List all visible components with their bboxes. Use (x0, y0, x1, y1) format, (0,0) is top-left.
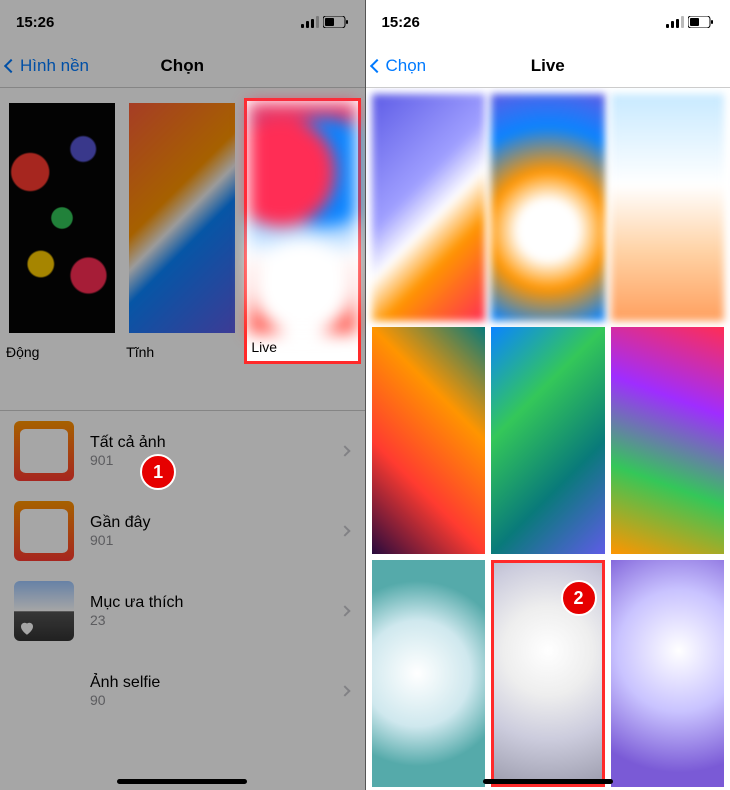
nav-title: Chọn (161, 56, 204, 76)
chevron-right-icon (339, 445, 350, 456)
step-badge-2: 2 (561, 580, 597, 616)
nav-back-button[interactable]: Chọn (372, 56, 427, 76)
nav-bar: Hình nền Chọn (0, 44, 365, 88)
home-indicator[interactable] (483, 779, 613, 784)
album-selfies[interactable]: Ảnh selfie 90 (0, 651, 365, 731)
album-title: Gần đây (90, 514, 325, 532)
album-thumb (14, 421, 74, 481)
category-tinh[interactable]: Tĩnh 1 (122, 96, 242, 402)
album-list: Tất cả ảnh 901 Gần đây 901 Mục ưa thích (0, 410, 365, 731)
wallpaper-item[interactable] (372, 327, 486, 554)
category-label: Tĩnh (124, 338, 240, 364)
battery-icon (323, 16, 349, 28)
category-live[interactable]: Live (242, 96, 362, 402)
wallpaper-item[interactable] (611, 327, 725, 554)
category-thumb (249, 103, 355, 333)
heart-icon (18, 619, 36, 637)
signal-icon (666, 16, 684, 28)
wallpaper-item[interactable] (491, 94, 605, 321)
album-title: Tất cả ảnh (90, 434, 325, 452)
album-title: Mục ưa thích (90, 594, 325, 612)
nav-bar: Chọn Live (366, 44, 730, 88)
chevron-left-icon (369, 58, 383, 72)
nav-back-label: Chọn (386, 56, 427, 76)
status-indicators (666, 16, 714, 28)
album-count: 901 (90, 452, 325, 468)
category-label: Động (4, 338, 120, 364)
screen-live: 15:26 Chọn Live 2 (366, 0, 730, 790)
nav-back-button[interactable]: Hình nền (6, 56, 89, 76)
category-thumb (9, 103, 115, 333)
album-title: Ảnh selfie (90, 674, 325, 692)
album-count: 90 (90, 692, 325, 708)
wallpaper-item[interactable] (372, 560, 486, 787)
chevron-right-icon (339, 685, 350, 696)
nav-title: Live (531, 56, 565, 76)
wallpaper-item-selected[interactable]: 2 (491, 560, 605, 787)
album-thumb (14, 501, 74, 561)
album-recents[interactable]: Gần đây 901 (0, 491, 365, 571)
status-time: 15:26 (382, 14, 420, 31)
wallpaper-grid: 2 (366, 88, 730, 790)
album-count: 901 (90, 532, 325, 548)
status-bar: 15:26 (366, 0, 730, 44)
album-count: 23 (90, 612, 325, 628)
status-time: 15:26 (16, 14, 54, 31)
album-favorites[interactable]: Mục ưa thích 23 (0, 571, 365, 651)
wallpaper-categories: Động Tĩnh 1 Live (0, 88, 365, 410)
step-badge-1: 1 (140, 454, 176, 490)
wallpaper-item[interactable] (372, 94, 486, 321)
battery-icon (688, 16, 714, 28)
category-label: Live (249, 333, 355, 359)
status-indicators (301, 16, 349, 28)
album-thumb (14, 581, 74, 641)
content: Động Tĩnh 1 Live Tất cả ảnh 901 (0, 88, 365, 790)
category-thumb (129, 103, 235, 333)
home-indicator[interactable] (117, 779, 247, 784)
nav-back-label: Hình nền (20, 56, 89, 76)
screen-choose: 15:26 Hình nền Chọn Động Tĩnh 1 Live (0, 0, 365, 790)
chevron-right-icon (339, 605, 350, 616)
chevron-right-icon (339, 525, 350, 536)
status-bar: 15:26 (0, 0, 365, 44)
category-dong[interactable]: Động (2, 96, 122, 402)
signal-icon (301, 16, 319, 28)
wallpaper-item[interactable] (611, 94, 725, 321)
chevron-left-icon (4, 58, 18, 72)
wallpaper-item[interactable] (491, 327, 605, 554)
album-all-photos[interactable]: Tất cả ảnh 901 (0, 411, 365, 491)
wallpaper-item[interactable] (611, 560, 725, 787)
